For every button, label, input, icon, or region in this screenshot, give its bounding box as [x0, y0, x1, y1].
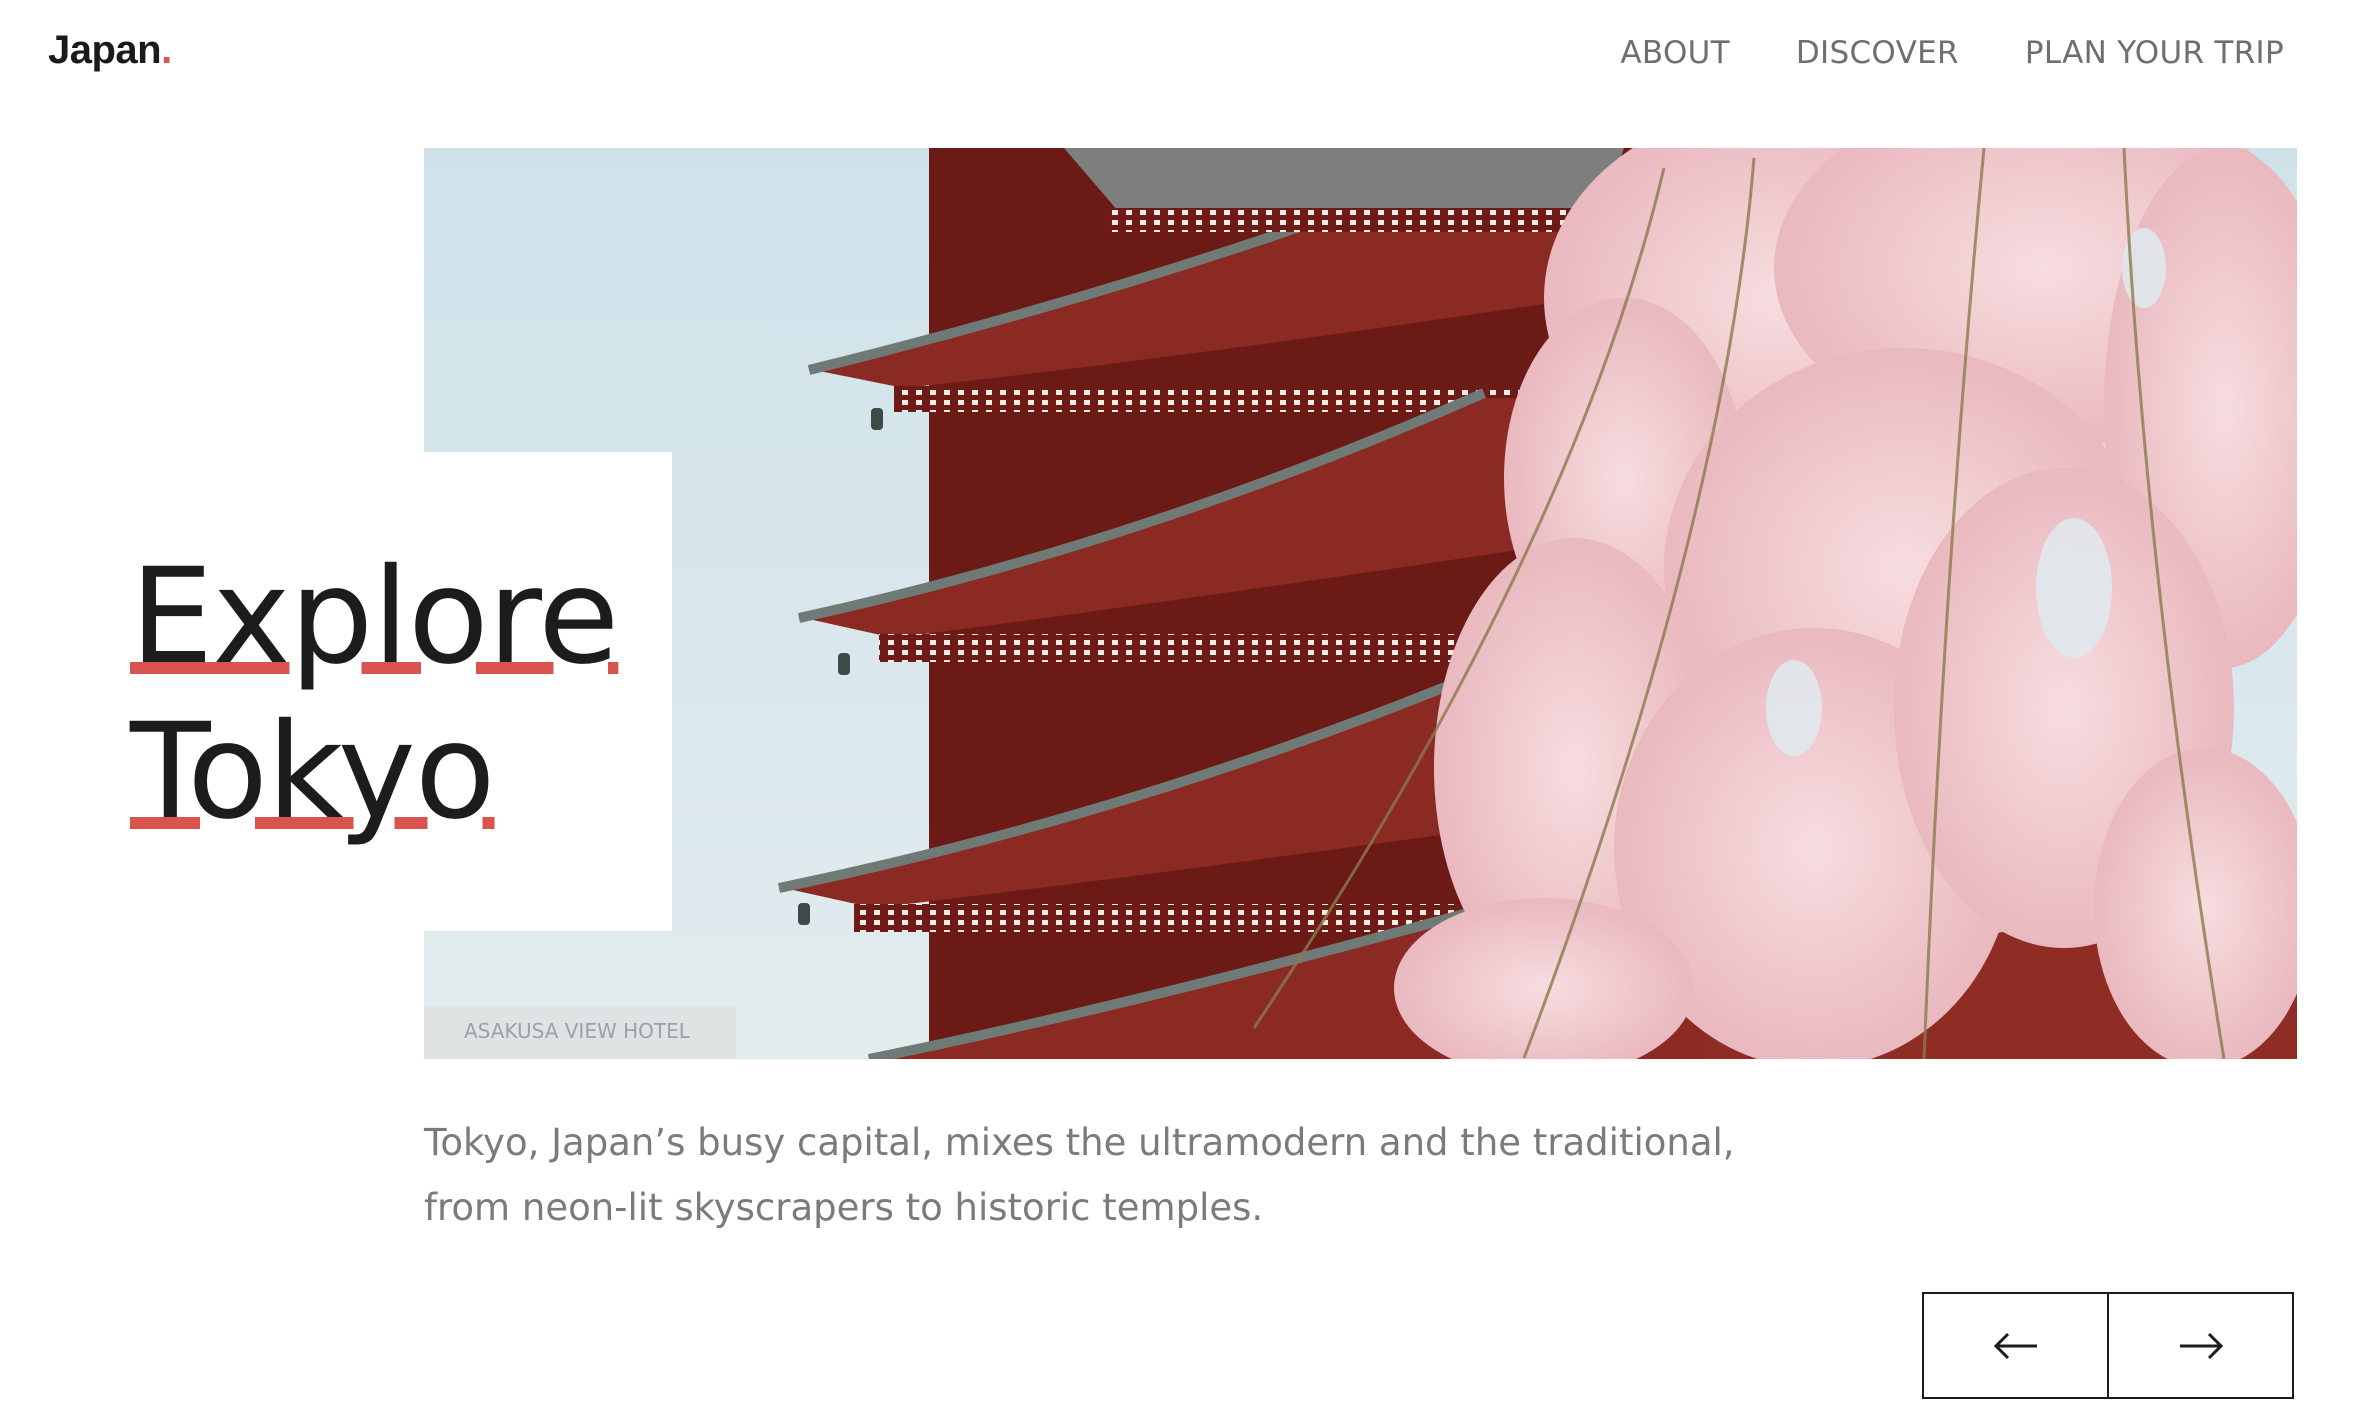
logo-text: Japan [48, 28, 162, 72]
previous-button[interactable] [1922, 1292, 2109, 1399]
main-nav: ABOUT DISCOVER PLAN YOUR TRIP [1620, 35, 2284, 71]
nav-about-link[interactable]: ABOUT [1620, 35, 1729, 71]
arrow-right-icon [2178, 1331, 2224, 1361]
nav-discover-link[interactable]: DISCOVER [1796, 35, 1959, 71]
arrow-left-icon [1993, 1331, 2039, 1361]
pagoda-photo: ASAKUSA VIEW HOTEL [424, 148, 2297, 1059]
hotel-sign: ASAKUSA VIEW HOTEL [464, 1019, 691, 1043]
title-line-tokyo: Tokyo [130, 695, 496, 849]
hero-image: ASAKUSA VIEW HOTEL [424, 148, 2297, 1059]
hero-description: Tokyo, Japan’s busy capital, mixes the u… [424, 1121, 1735, 1229]
nav-plan-your-trip-link[interactable]: PLAN YOUR TRIP [2025, 35, 2284, 71]
logo[interactable]: Japan. [48, 28, 172, 73]
logo-dot: . [161, 28, 172, 72]
slider-pager [1922, 1292, 2294, 1399]
title-line-explore: Explore [130, 540, 619, 694]
page-title: Explore Tokyo [130, 540, 619, 850]
next-button[interactable] [2109, 1292, 2294, 1399]
